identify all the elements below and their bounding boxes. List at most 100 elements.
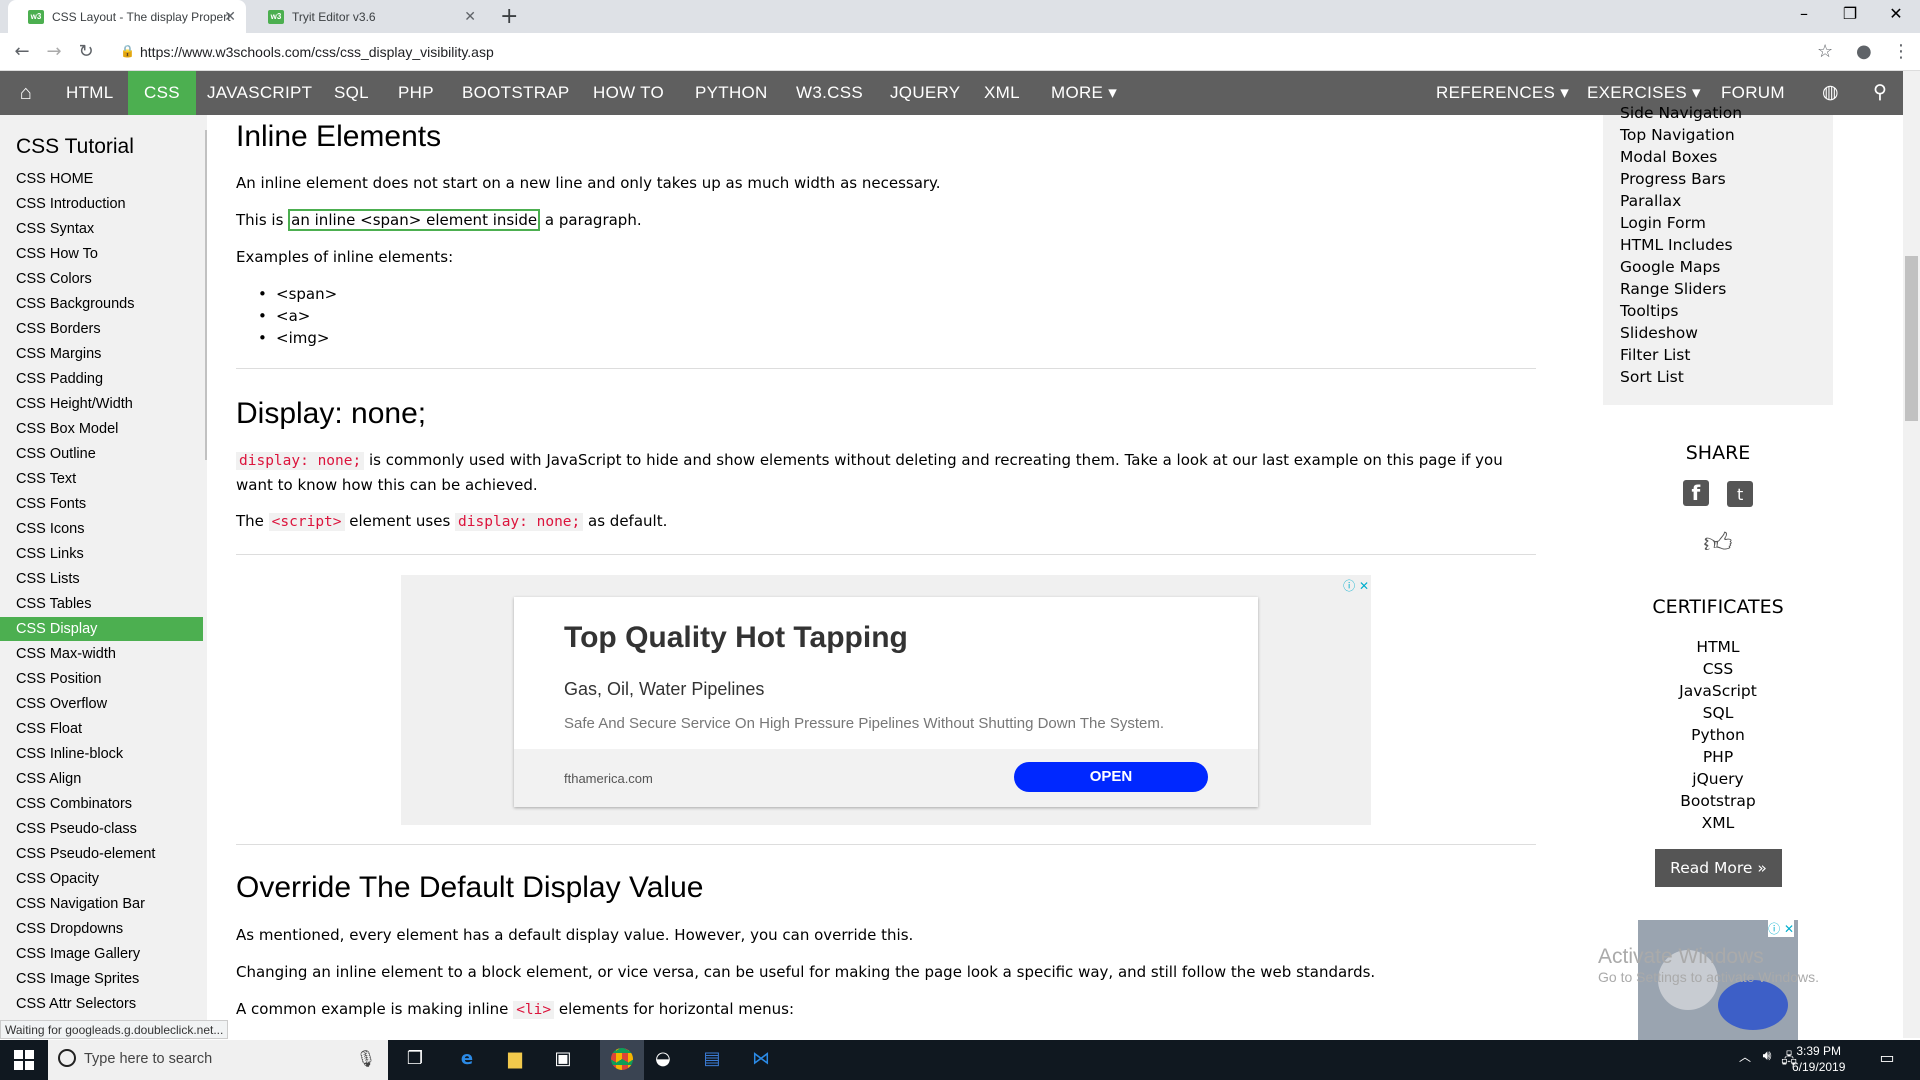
sidebar-item-css-fonts[interactable]: CSS Fonts <box>0 492 203 516</box>
howto-link-side-navigation[interactable]: Side Navigation <box>1620 104 1742 122</box>
certificate-link-xml[interactable]: XML <box>1603 814 1833 832</box>
nav-jquery[interactable]: JQUERY <box>874 71 976 115</box>
sidebar-item-css-text[interactable]: CSS Text <box>0 467 203 491</box>
restore-window-button[interactable]: ❐ <box>1830 4 1870 23</box>
nav-sql[interactable]: SQL <box>318 71 385 115</box>
certificate-link-javascript[interactable]: JavaScript <box>1603 682 1833 700</box>
sidebar-item-css-links[interactable]: CSS Links <box>0 542 203 566</box>
howto-link-filter-list[interactable]: Filter List <box>1620 346 1690 364</box>
nav-python[interactable]: PYTHON <box>679 71 784 115</box>
howto-link-range-sliders[interactable]: Range Sliders <box>1620 280 1726 298</box>
bookmark-star-icon[interactable]: ☆ <box>1817 41 1833 62</box>
sidebar-item-css-combinators[interactable]: CSS Combinators <box>0 792 203 816</box>
advertisement-banner[interactable]: ⓘ ✕ Top Quality Hot Tapping Gas, Oil, Wa… <box>401 575 1371 825</box>
sidebar-item-css-home[interactable]: CSS HOME <box>0 167 203 191</box>
taskbar-search-box[interactable]: Type here to search 🎙︎ <box>48 1040 388 1080</box>
twitter-icon[interactable]: t <box>1727 481 1754 507</box>
certificate-link-css[interactable]: CSS <box>1603 660 1833 678</box>
edge-browser-icon[interactable]: e <box>454 1048 480 1072</box>
eclipse-icon[interactable]: ◒ <box>650 1048 676 1072</box>
sidebar-item-css-dropdowns[interactable]: CSS Dropdowns <box>0 917 203 941</box>
sidebar-item-css-tables[interactable]: CSS Tables <box>0 592 203 616</box>
ad-close-icon[interactable]: ⓘ ✕ <box>1768 920 1794 937</box>
sidebar-item-css-opacity[interactable]: CSS Opacity <box>0 867 203 891</box>
close-tab-icon[interactable]: ✕ <box>224 8 236 25</box>
certificate-link-html[interactable]: HTML <box>1603 638 1833 656</box>
ad-close-icon[interactable]: ⓘ ✕ <box>1343 577 1369 594</box>
page-scrollbar-thumb[interactable] <box>1905 256 1918 421</box>
sidebar-item-css-navigation-bar[interactable]: CSS Navigation Bar <box>0 892 203 916</box>
sidebar-item-css-introduction[interactable]: CSS Introduction <box>0 192 203 216</box>
browser-menu-icon[interactable]: ⋮ <box>1892 41 1910 62</box>
url-field[interactable]: https://www.w3schools.com/css/css_displa… <box>140 44 494 60</box>
home-icon[interactable]: ⌂ <box>0 71 52 115</box>
read-more-button[interactable]: Read More » <box>1655 849 1782 887</box>
sidebar-item-css-outline[interactable]: CSS Outline <box>0 442 203 466</box>
sidebar-item-css-float[interactable]: CSS Float <box>0 717 203 741</box>
forward-arrow-icon[interactable]: → <box>43 41 65 62</box>
howto-link-google-maps[interactable]: Google Maps <box>1620 258 1720 276</box>
sidebar-item-css-height-width[interactable]: CSS Height/Width <box>0 392 203 416</box>
nav-w3css[interactable]: W3.CSS <box>780 71 879 115</box>
nav-php[interactable]: PHP <box>382 71 450 115</box>
system-clock[interactable]: 3:39 PM 6/19/2019 <box>1792 1043 1845 1075</box>
certificate-link-python[interactable]: Python <box>1603 726 1833 744</box>
howto-link-slideshow[interactable]: Slideshow <box>1620 324 1698 342</box>
browser-tab-css-layout[interactable]: w3 CSS Layout - The display Propert ✕ <box>8 0 246 33</box>
sidebar-item-css-colors[interactable]: CSS Colors <box>0 267 203 291</box>
certificate-link-jquery[interactable]: jQuery <box>1603 770 1833 788</box>
sidebar-item-css-syntax[interactable]: CSS Syntax <box>0 217 203 241</box>
nav-howto[interactable]: HOW TO <box>577 71 680 115</box>
sidebar-item-css-margins[interactable]: CSS Margins <box>0 342 203 366</box>
ad-card[interactable]: Top Quality Hot Tapping Gas, Oil, Water … <box>514 597 1258 807</box>
minimize-window-button[interactable]: – <box>1784 4 1824 23</box>
sidebar-item-css-lists[interactable]: CSS Lists <box>0 567 203 591</box>
nav-css[interactable]: CSS <box>128 71 196 115</box>
profile-avatar-icon[interactable]: ● <box>1856 41 1872 62</box>
sidebar-item-css-borders[interactable]: CSS Borders <box>0 317 203 341</box>
nav-bootstrap[interactable]: BOOTSTRAP <box>446 71 586 115</box>
document-app-icon[interactable]: ▤ <box>699 1048 725 1072</box>
sidebar-item-css-attr-selectors[interactable]: CSS Attr Selectors <box>0 992 203 1016</box>
nav-html[interactable]: HTML <box>50 71 129 115</box>
howto-link-top-navigation[interactable]: Top Navigation <box>1620 126 1735 144</box>
sidebar-item-css-padding[interactable]: CSS Padding <box>0 367 203 391</box>
sidebar-item-css-pseudo-element[interactable]: CSS Pseudo-element <box>0 842 203 866</box>
certificate-link-bootstrap[interactable]: Bootstrap <box>1603 792 1833 810</box>
search-icon[interactable]: ⚲ <box>1857 71 1903 115</box>
sidebar-item-css-how-to[interactable]: CSS How To <box>0 242 203 266</box>
thumbs-up-icon[interactable]: 👍︎ <box>1603 526 1833 560</box>
sidebar-item-css-image-sprites[interactable]: CSS Image Sprites <box>0 967 203 991</box>
howto-link-html-includes[interactable]: HTML Includes <box>1620 236 1733 254</box>
close-tab-icon[interactable]: ✕ <box>464 8 476 25</box>
howto-link-parallax[interactable]: Parallax <box>1620 192 1681 210</box>
sidebar-item-css-max-width[interactable]: CSS Max-width <box>0 642 203 666</box>
nav-references-dropdown[interactable]: REFERENCES ▾ <box>1420 71 1585 115</box>
sidebar-item-css-pseudo-class[interactable]: CSS Pseudo-class <box>0 817 203 841</box>
ad-title[interactable]: Top Quality Hot Tapping <box>564 621 908 655</box>
nav-more-dropdown[interactable]: MORE ▾ <box>1035 71 1133 115</box>
new-tab-button[interactable]: + <box>500 4 518 29</box>
store-icon[interactable]: ▣ <box>550 1048 576 1072</box>
sidebar-item-css-align[interactable]: CSS Align <box>0 767 203 791</box>
sidebar-item-css-position[interactable]: CSS Position <box>0 667 203 691</box>
nav-javascript[interactable]: JAVASCRIPT <box>191 71 328 115</box>
page-scrollbar[interactable] <box>1903 71 1920 1038</box>
close-window-button[interactable]: ✕ <box>1876 4 1916 23</box>
sidebar-item-css-backgrounds[interactable]: CSS Backgrounds <box>0 292 203 316</box>
howto-link-sort-list[interactable]: Sort List <box>1620 368 1684 386</box>
sidebar-item-css-box-model[interactable]: CSS Box Model <box>0 417 203 441</box>
certificate-link-php[interactable]: PHP <box>1603 748 1833 766</box>
howto-link-tooltips[interactable]: Tooltips <box>1620 302 1678 320</box>
task-view-icon[interactable]: ❐ <box>402 1048 428 1072</box>
vscode-icon[interactable]: ⋈ <box>748 1048 774 1072</box>
browser-tab-tryit-editor[interactable]: w3 Tryit Editor v3.6 ✕ <box>248 0 486 33</box>
back-arrow-icon[interactable]: ← <box>11 41 33 62</box>
file-explorer-icon[interactable]: ▆ <box>502 1048 528 1072</box>
chrome-icon[interactable] <box>600 1040 644 1080</box>
howto-link-login-form[interactable]: Login Form <box>1620 214 1706 232</box>
ad-open-button[interactable]: OPEN <box>1014 762 1208 792</box>
sidebar-item-css-icons[interactable]: CSS Icons <box>0 517 203 541</box>
globe-translate-icon[interactable]: ◍ <box>1806 71 1855 115</box>
nav-xml[interactable]: XML <box>968 71 1036 115</box>
